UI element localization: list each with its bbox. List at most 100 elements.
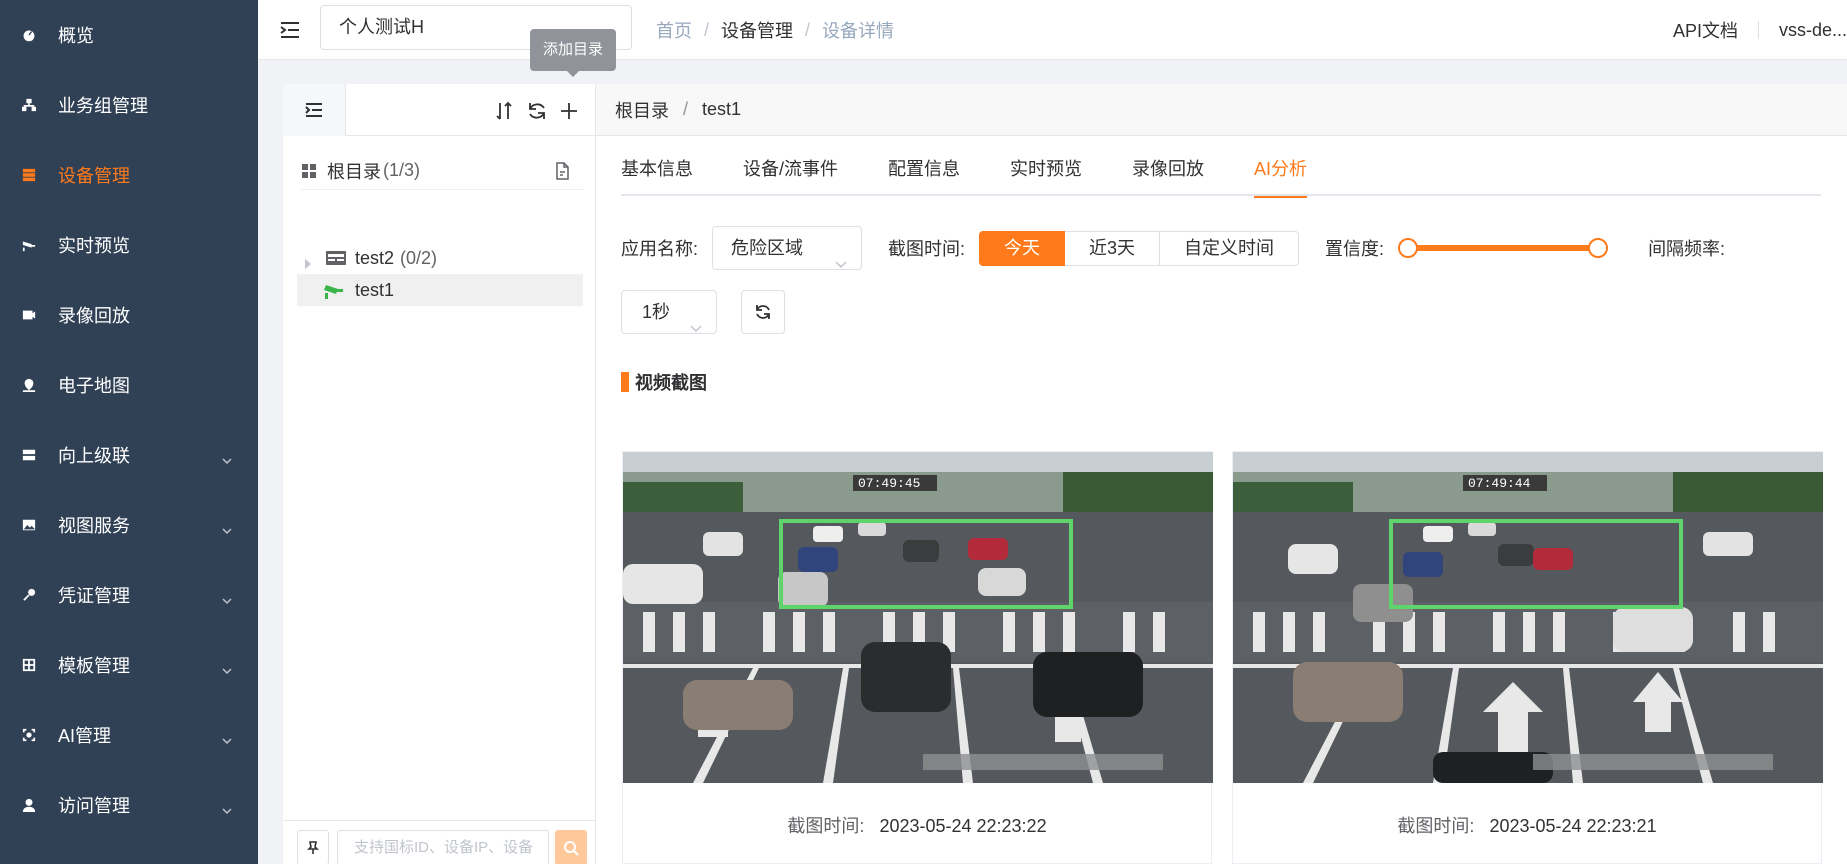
chevron-down-icon <box>222 660 232 675</box>
nav-item-overview[interactable]: 概览 <box>0 0 258 70</box>
nav-label: 向上级联 <box>58 446 130 466</box>
interval-select[interactable]: 1秒 <box>621 290 717 334</box>
confidence-handle-max[interactable] <box>1588 238 1609 258</box>
time-option-3days[interactable]: 近3天 <box>1065 230 1161 266</box>
section-title-text: 视频截图 <box>635 373 707 393</box>
tree-node-test1[interactable]: test1 <box>297 274 583 306</box>
pin-icon <box>307 840 319 854</box>
nav-item-map[interactable]: 电子地图 <box>0 350 258 420</box>
user-menu[interactable]: vss-de... <box>1779 20 1847 41</box>
nav-item-access-management[interactable]: 访问管理 <box>0 770 258 840</box>
refresh-icon[interactable] <box>526 100 548 122</box>
list-icon <box>22 168 36 182</box>
tab-basic-info[interactable]: 基本信息 <box>621 152 693 196</box>
tree-node-test2[interactable]: test2 (0/2) <box>297 242 583 274</box>
device-search-input[interactable]: 支持国标ID、设备IP、设备 <box>337 830 549 864</box>
traffic-snapshot: 07:49:44 <box>1233 452 1823 783</box>
directory-crumb-root[interactable]: 根目录 <box>615 97 669 123</box>
nav-label: 电子地图 <box>58 376 130 396</box>
nav-label: 概览 <box>58 26 94 46</box>
device-tree-panel: 根目录 (1/3) test2 (0/2) test1 支持国标ID、设备IP、… <box>283 84 596 864</box>
grid-icon <box>301 163 317 179</box>
collapse-menu-icon[interactable] <box>278 18 302 42</box>
filter-button[interactable] <box>297 830 329 864</box>
chevron-down-icon <box>222 800 232 815</box>
tab-device-events[interactable]: 设备/流事件 <box>743 152 838 196</box>
sort-icon[interactable] <box>493 100 515 122</box>
add-directory-button[interactable] <box>558 100 580 122</box>
ai-icon <box>22 728 36 742</box>
breadcrumb-device-management[interactable]: 设备管理 <box>721 17 793 43</box>
section-accent-bar <box>621 372 629 392</box>
nav-item-view-service[interactable]: 视图服务 <box>0 490 258 560</box>
header-right: API文档 vss-de... <box>1673 17 1847 43</box>
tree-root[interactable]: 根目录 (1/3) <box>301 152 583 190</box>
snapshot-card[interactable]: 07:49:45 截图时间: 2023-05-24 22:23:22 <box>622 451 1213 864</box>
snapshot-time-label: 截图时间: <box>787 816 865 836</box>
section-title: 视频截图 <box>621 371 707 393</box>
header-divider <box>1757 21 1759 39</box>
app-name-select[interactable]: 危险区域 <box>712 226 863 270</box>
confidence-handle-min[interactable] <box>1398 238 1419 258</box>
tab-playback[interactable]: 录像回放 <box>1132 152 1204 196</box>
tab-ai-analysis[interactable]: AI分析 <box>1254 152 1308 198</box>
tab-config-info[interactable]: 配置信息 <box>888 152 960 196</box>
indent-icon <box>305 103 322 117</box>
plus-icon <box>561 103 577 119</box>
nav-item-playback[interactable]: 录像回放 <box>0 280 258 350</box>
refresh-icon <box>756 305 770 319</box>
capture-time-label: 截图时间: <box>888 239 966 259</box>
breadcrumb: 首页 / 设备管理 / 设备详情 <box>656 17 894 43</box>
snapshot-image[interactable]: 07:49:45 <box>623 452 1213 783</box>
snapshot-image[interactable]: 07:49:44 <box>1233 452 1823 783</box>
nav-item-business-group[interactable]: 业务组管理 <box>0 70 258 140</box>
image-icon <box>22 518 36 532</box>
document-icon[interactable] <box>553 162 571 180</box>
nav-item-ai-management[interactable]: AI管理 <box>0 700 258 770</box>
app-name-value: 危险区域 <box>731 238 804 258</box>
snapshot-time-value: 2023-05-24 22:23:21 <box>1489 816 1657 836</box>
tree-node-count: (0/2) <box>400 247 438 268</box>
nav-label: 视图服务 <box>58 516 130 536</box>
breadcrumb-separator: / <box>805 19 811 40</box>
breadcrumb-home[interactable]: 首页 <box>656 17 692 43</box>
detail-tabs: 基本信息 设备/流事件 配置信息 实时预览 录像回放 AI分析 <box>621 152 1821 198</box>
breadcrumb-separator: / <box>704 19 710 40</box>
toggle-tree-button[interactable] <box>283 84 346 136</box>
nav-item-templates[interactable]: 模板管理 <box>0 630 258 700</box>
nav-item-live-preview[interactable]: 实时预览 <box>0 210 258 280</box>
tree-search-bar: 支持国标ID、设备IP、设备 <box>283 820 595 864</box>
confidence-label: 置信度: <box>1325 239 1385 259</box>
search-button[interactable] <box>555 830 587 864</box>
dashboard-icon <box>22 28 36 42</box>
video-icon <box>22 308 36 322</box>
api-doc-link[interactable]: API文档 <box>1673 17 1738 43</box>
breadcrumb-separator: / <box>683 99 689 119</box>
server-icon <box>22 448 36 462</box>
nav-item-cascade[interactable]: 向上级联 <box>0 420 258 490</box>
interval-label: 间隔频率: <box>1648 239 1726 259</box>
refresh-button[interactable] <box>741 290 785 334</box>
snapshot-overlay-time: 07:49:44 <box>1468 476 1531 491</box>
snapshot-card[interactable]: 07:49:44 截图时间: 2023-05-24 22:23:21 <box>1232 451 1823 864</box>
time-option-custom[interactable]: 自定义时间 <box>1160 230 1300 266</box>
chevron-down-icon <box>222 590 232 605</box>
tree-node-label: test2 <box>355 247 395 268</box>
nav-item-credentials[interactable]: 凭证管理 <box>0 560 258 630</box>
directory-breadcrumb: 根目录 / test1 <box>596 84 1847 136</box>
time-option-today[interactable]: 今天 <box>979 230 1066 266</box>
breadcrumb-device-detail: 设备详情 <box>822 21 895 41</box>
nav-label: 模板管理 <box>58 656 130 676</box>
tab-live-preview[interactable]: 实时预览 <box>1010 152 1082 196</box>
top-header: 个人测试H 首页 / 设备管理 / 设备详情 API文档 vss-de... <box>258 0 1847 60</box>
snapshot-time-value: 2023-05-24 22:23:22 <box>879 816 1047 836</box>
caret-right-icon[interactable] <box>303 253 313 269</box>
nav-item-device-management[interactable]: 设备管理 <box>0 140 258 210</box>
confidence-slider[interactable] <box>1398 238 1609 258</box>
sidebar: 概览 业务组管理 设备管理 实时预览 录像回放 电子地图 向上级联 视图服务 凭… <box>0 0 258 864</box>
device-detail-panel: 根目录 / test1 基本信息 设备/流事件 配置信息 实时预览 录像回放 A… <box>596 84 1847 864</box>
camera-online-icon <box>324 285 343 299</box>
user-icon <box>22 798 36 812</box>
tree-root-count: (1/3) <box>383 160 421 180</box>
traffic-snapshot: 07:49:45 <box>623 452 1213 783</box>
